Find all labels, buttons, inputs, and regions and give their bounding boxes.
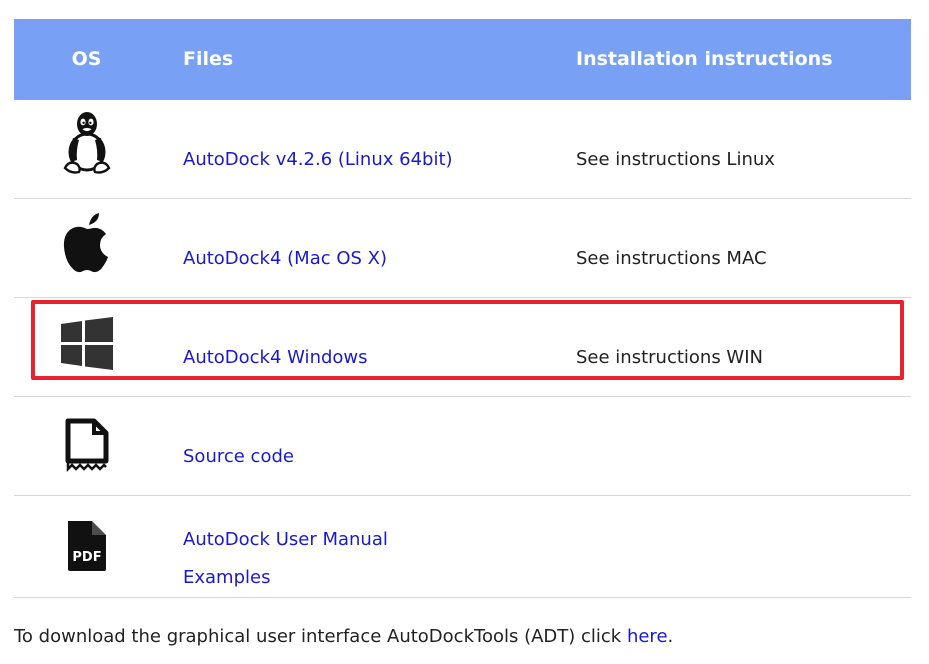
footer-period: .	[667, 626, 674, 647]
header-files: Files	[183, 48, 234, 70]
file-link-user-manual[interactable]: AutoDock User Manual	[183, 529, 388, 550]
table-row-windows: AutoDock4 Windows See instructions WIN	[14, 298, 911, 397]
file-link-windows[interactable]: AutoDock4 Windows	[183, 347, 368, 368]
adt-download-link[interactable]: here	[627, 626, 668, 647]
table-row-documentation: PDF AutoDock User Manual Examples	[14, 496, 911, 598]
install-instructions-linux: See instructions Linux	[576, 149, 775, 170]
source-code-file-icon	[59, 413, 115, 477]
table-row-mac: AutoDock4 (Mac OS X) See instructions MA…	[14, 199, 911, 298]
table-row-linux: AutoDock v4.2.6 (Linux 64bit) See instru…	[14, 100, 911, 199]
install-instructions-windows: See instructions WIN	[576, 347, 763, 368]
file-link-linux[interactable]: AutoDock v4.2.6 (Linux 64bit)	[183, 149, 453, 170]
downloads-table: OS Files Installation instructions AutoD…	[14, 19, 911, 598]
windows-icon	[59, 312, 115, 376]
linux-tux-icon	[59, 110, 115, 174]
header-installation-instructions: Installation instructions	[576, 48, 833, 70]
svg-text:PDF: PDF	[72, 550, 101, 565]
install-instructions-mac: See instructions MAC	[576, 248, 767, 269]
footer-adt-download: To download the graphical user interface…	[14, 626, 673, 647]
table-header: OS Files Installation instructions	[14, 19, 911, 100]
file-link-mac[interactable]: AutoDock4 (Mac OS X)	[183, 248, 387, 269]
table-row-source-code: Source code	[14, 397, 911, 496]
apple-icon	[59, 211, 115, 275]
file-link-examples[interactable]: Examples	[183, 567, 270, 588]
footer-text: To download the graphical user interface…	[14, 626, 627, 647]
pdf-file-icon: PDF	[59, 514, 115, 578]
header-os: OS	[71, 48, 102, 70]
file-link-source-code[interactable]: Source code	[183, 446, 294, 467]
